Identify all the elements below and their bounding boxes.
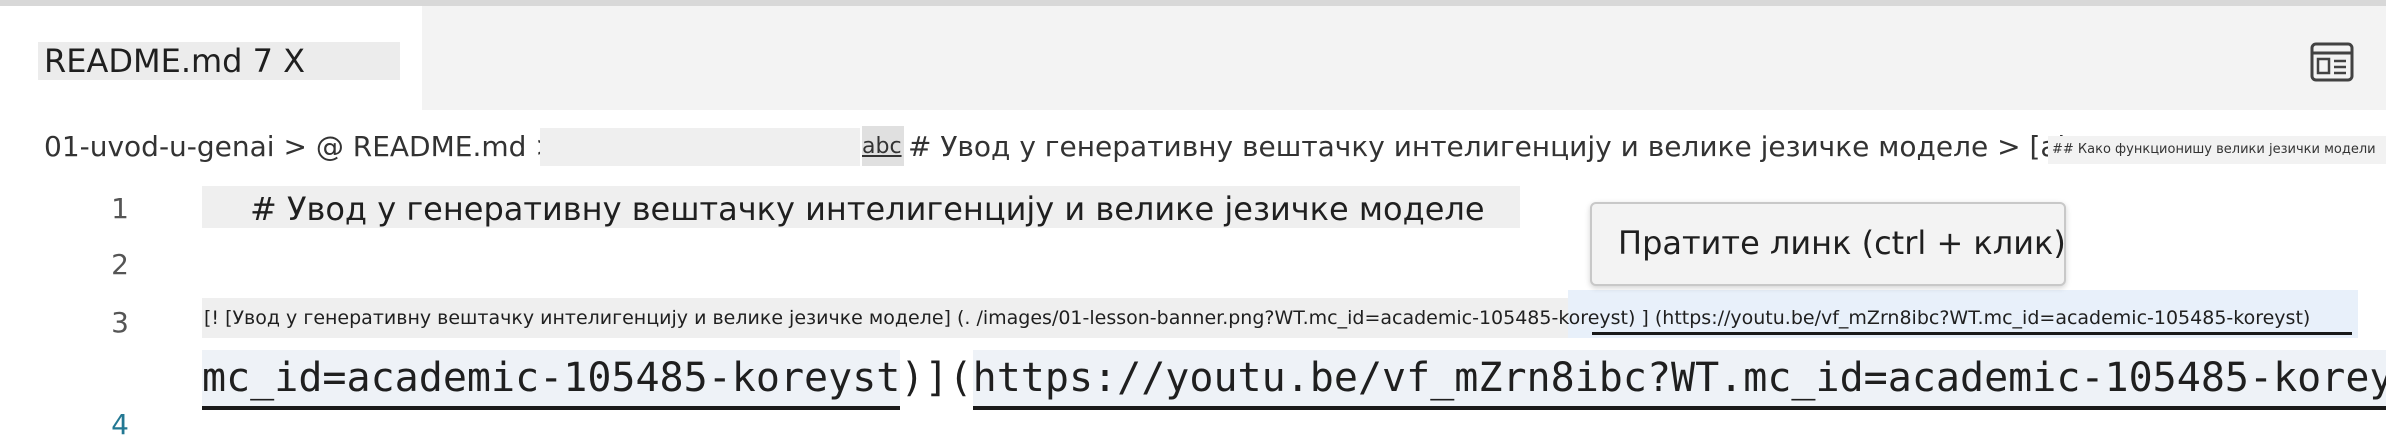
line-number: 2: [111, 248, 129, 281]
tooltip-text: Пратите линк (ctrl + клик): [1618, 224, 2066, 262]
breadcrumb-heading[interactable]: # Увод у генеративну вештачку интелигенц…: [908, 130, 2091, 163]
tab-readme[interactable]: README.md 7 X: [0, 6, 422, 110]
open-preview-icon[interactable]: [2310, 42, 2354, 82]
line-number: 1: [111, 192, 129, 225]
code-line-3[interactable]: [! [Увод у генеративну вештачку интелиге…: [204, 307, 2310, 329]
breadcrumb: 01-uvod-u-genai > @ README.md > abc # Ув…: [0, 124, 2386, 174]
wrapped-link-text[interactable]: mc_id=academic-105485-koreyst: [202, 350, 901, 410]
line-number: 3: [111, 306, 129, 339]
breadcrumb-subheading[interactable]: ## Како функционишу велики језички модел…: [2048, 136, 2386, 164]
wrapped-url[interactable]: https://youtu.be/vf_mZrn8ibc?WT.mc_id=ac…: [972, 350, 2386, 410]
breadcrumb-placeholder: [540, 128, 860, 166]
wrapped-bracket: )](: [900, 355, 973, 401]
code-line-1[interactable]: # Увод у генеративну вештачку интелигенц…: [250, 190, 1485, 228]
link-hover-tooltip: Пратите линк (ctrl + клик): [1590, 202, 2066, 286]
breadcrumb-path[interactable]: 01-uvod-u-genai > @ README.md >: [44, 130, 559, 163]
line-number: 4: [111, 408, 129, 441]
link-underline: [1592, 332, 2352, 335]
code-line-3-wrapped[interactable]: mc_id=academic-105485-koreyst)](https://…: [202, 350, 2386, 410]
tab-bar: README.md 7 X: [0, 6, 2386, 110]
tab-label: README.md 7 X: [44, 42, 306, 80]
abc-symbol-icon: abc: [862, 134, 902, 159]
